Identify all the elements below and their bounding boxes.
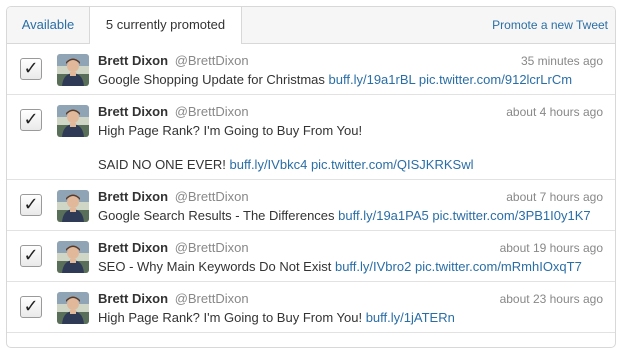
pic-link[interactable]: pic.twitter.com/912lcrLrCm	[419, 72, 572, 87]
tweet-body: High Page Rank? I'm Going to Buy From Yo…	[98, 123, 363, 138]
tweet-content: Brett Dixon @BrettDixon about 23 hours a…	[98, 291, 603, 326]
avatar[interactable]	[57, 241, 89, 273]
checkmark-icon: ✓	[23, 58, 39, 79]
avatar-image	[57, 241, 89, 273]
promote-checkbox[interactable]: ✓	[20, 58, 42, 80]
avatar[interactable]	[57, 54, 89, 86]
tweet-text: High Page Rank? I'm Going to Buy From Yo…	[98, 123, 603, 173]
avatar-image	[57, 105, 89, 137]
promote-checkbox[interactable]: ✓	[20, 296, 42, 318]
avatar[interactable]	[57, 190, 89, 222]
author-handle[interactable]: @BrettDixon	[175, 104, 249, 119]
avatar[interactable]	[57, 105, 89, 137]
tweet-body-line-2: SAID NO ONE EVER! buff.ly/IVbkc4 pic.twi…	[98, 157, 603, 173]
pic-link[interactable]: pic.twitter.com/QISJKRKSwl	[311, 157, 474, 172]
author-handle[interactable]: @BrettDixon	[175, 240, 249, 255]
tab-bar: Available 5 currently promoted Promote a…	[7, 7, 615, 44]
avatar-image	[57, 292, 89, 324]
promote-checkbox[interactable]: ✓	[20, 194, 42, 216]
avatar[interactable]	[57, 292, 89, 324]
tweet-row: ✓ Brett Dixon @BrettDixon about 7 hours …	[7, 180, 615, 231]
author-name[interactable]: Brett Dixon	[98, 189, 168, 204]
short-link[interactable]: buff.ly/19a1PA5	[338, 208, 429, 223]
tweet-timestamp[interactable]: about 4 hours ago	[506, 104, 603, 120]
tweet-header: Brett Dixon @BrettDixon about 7 hours ag…	[98, 189, 603, 205]
tab-available[interactable]: Available	[7, 7, 89, 43]
tab-currently-promoted[interactable]: 5 currently promoted	[89, 7, 242, 44]
tweet-body: High Page Rank? I'm Going to Buy From Yo…	[98, 310, 363, 325]
avatar-image	[57, 190, 89, 222]
short-link[interactable]: buff.ly/IVbro2	[335, 259, 411, 274]
tweet-timestamp[interactable]: 35 minutes ago	[521, 53, 603, 69]
author-name[interactable]: Brett Dixon	[98, 104, 168, 119]
tweet-timestamp[interactable]: about 7 hours ago	[506, 189, 603, 205]
pic-link[interactable]: pic.twitter.com/3PB1I0y1K7	[432, 208, 590, 223]
promote-new-tweet-link[interactable]: Promote a new Tweet	[492, 7, 608, 43]
checkmark-icon: ✓	[23, 245, 39, 266]
checkmark-icon: ✓	[23, 296, 39, 317]
tweet-body-continued: SAID NO ONE EVER!	[98, 157, 226, 172]
promoted-tweets-panel: Available 5 currently promoted Promote a…	[6, 6, 616, 348]
author-handle[interactable]: @BrettDixon	[175, 291, 249, 306]
tweet-timestamp[interactable]: about 19 hours ago	[500, 240, 603, 256]
avatar-image	[57, 54, 89, 86]
tweet-content: Brett Dixon @BrettDixon about 19 hours a…	[98, 240, 603, 275]
tweet-text: Google Search Results - The Differences …	[98, 208, 603, 224]
author-name[interactable]: Brett Dixon	[98, 240, 168, 255]
tweet-content: Brett Dixon @BrettDixon about 7 hours ag…	[98, 189, 603, 224]
short-link[interactable]: buff.ly/19a1rBL	[329, 72, 416, 87]
tweet-content: Brett Dixon @BrettDixon about 4 hours ag…	[98, 104, 603, 173]
checkmark-icon: ✓	[23, 109, 39, 130]
tweet-header: Brett Dixon @BrettDixon about 4 hours ag…	[98, 104, 603, 120]
author-name[interactable]: Brett Dixon	[98, 291, 168, 306]
tweet-timestamp[interactable]: about 23 hours ago	[500, 291, 603, 307]
tweet-row: ✓ Brett Dixon @BrettDixon 35 minutes ago…	[7, 44, 615, 95]
tweet-body: SEO - Why Main Keywords Do Not Exist	[98, 259, 332, 274]
tweet-body: Google Search Results - The Differences	[98, 208, 335, 223]
tweet-row: ✓ Brett Dixon @BrettDixon about 4 hours …	[7, 95, 615, 180]
tweet-row: ✓ Brett Dixon @BrettDixon about 19 hours…	[7, 231, 615, 282]
author-name[interactable]: Brett Dixon	[98, 53, 168, 68]
short-link[interactable]: buff.ly/1jATERn	[366, 310, 455, 325]
tweet-row: ✓ Brett Dixon @BrettDixon about 23 hours…	[7, 282, 615, 333]
tweet-content: Brett Dixon @BrettDixon 35 minutes ago G…	[98, 53, 603, 88]
tweet-header: Brett Dixon @BrettDixon 35 minutes ago	[98, 53, 603, 69]
tweet-header: Brett Dixon @BrettDixon about 19 hours a…	[98, 240, 603, 256]
author-handle[interactable]: @BrettDixon	[175, 53, 249, 68]
tweet-header: Brett Dixon @BrettDixon about 23 hours a…	[98, 291, 603, 307]
promote-checkbox[interactable]: ✓	[20, 109, 42, 131]
tweet-text: SEO - Why Main Keywords Do Not Exist buf…	[98, 259, 603, 275]
promote-checkbox[interactable]: ✓	[20, 245, 42, 267]
pic-link[interactable]: pic.twitter.com/mRmhIOxqT7	[415, 259, 582, 274]
tweet-body: Google Shopping Update for Christmas	[98, 72, 325, 87]
short-link[interactable]: buff.ly/IVbkc4	[230, 157, 308, 172]
author-handle[interactable]: @BrettDixon	[175, 189, 249, 204]
tweet-text: Google Shopping Update for Christmas buf…	[98, 72, 603, 88]
checkmark-icon: ✓	[23, 194, 39, 215]
